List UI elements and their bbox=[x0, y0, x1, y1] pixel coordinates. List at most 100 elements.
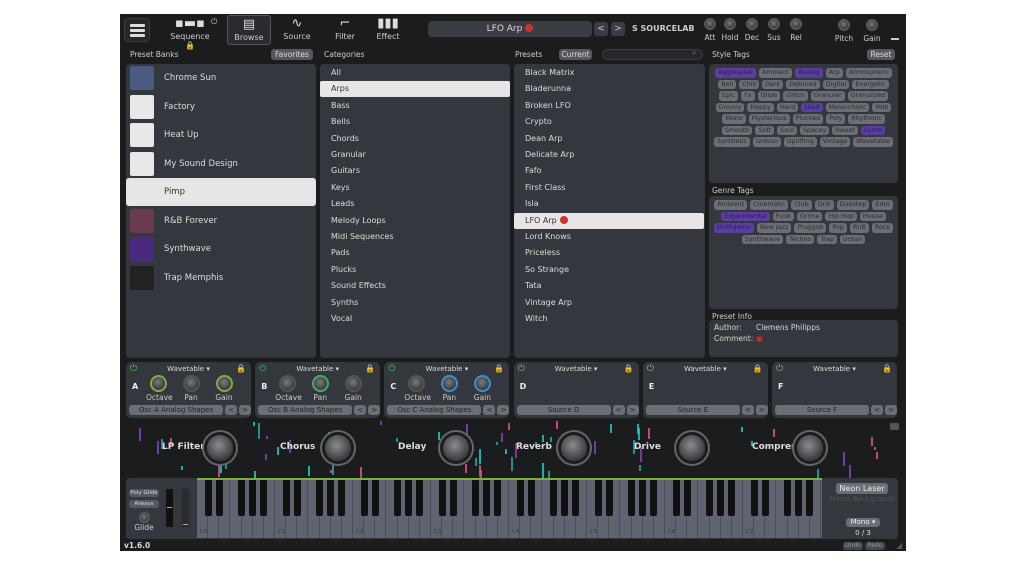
osc-next-button[interactable]: > bbox=[368, 405, 381, 415]
glide-knob[interactable] bbox=[139, 512, 150, 523]
osc-knob[interactable] bbox=[279, 375, 297, 392]
black-key[interactable] bbox=[750, 478, 758, 516]
osc-prev-button[interactable]: < bbox=[741, 405, 754, 415]
tag-chip[interactable]: Mysterious bbox=[748, 114, 790, 124]
tag-chip[interactable]: Arp bbox=[825, 68, 843, 78]
tag-chip[interactable]: Smooth bbox=[721, 125, 753, 135]
bank-item[interactable]: Synthwave bbox=[126, 235, 316, 263]
prev-preset-button[interactable]: < bbox=[594, 22, 608, 36]
black-key[interactable] bbox=[316, 478, 324, 516]
tag-chip[interactable]: Poly bbox=[826, 114, 846, 124]
tag-chip[interactable]: Multigenre bbox=[713, 223, 754, 233]
tag-chip[interactable]: Lead bbox=[801, 102, 823, 112]
black-key[interactable] bbox=[594, 478, 602, 516]
tag-chip[interactable]: Groovy bbox=[715, 102, 745, 112]
tag-chip[interactable]: Atmospheric bbox=[845, 68, 893, 78]
nav-effect[interactable]: ▮▮▮ Effect bbox=[366, 15, 410, 45]
bank-item[interactable]: Trap Memphis bbox=[126, 264, 316, 292]
tag-chip[interactable]: Plucked bbox=[792, 114, 824, 124]
black-key[interactable] bbox=[806, 478, 814, 516]
osc-knob[interactable] bbox=[216, 375, 233, 392]
tag-chip[interactable]: Drill bbox=[814, 200, 834, 210]
tag-chip[interactable]: Energetic bbox=[852, 79, 889, 89]
category-item[interactable]: Synths bbox=[320, 295, 510, 311]
nav-filter[interactable]: ⌐ Filter bbox=[323, 15, 367, 45]
preset-search-input[interactable] bbox=[602, 49, 703, 60]
osc-source-button[interactable]: Osc C Analog Shapes bbox=[387, 405, 482, 415]
lock-icon[interactable]: 🔒 bbox=[882, 364, 892, 373]
preset-item[interactable]: Black Matrix bbox=[514, 65, 704, 81]
pitch-wheel[interactable] bbox=[166, 489, 173, 527]
tag-chip[interactable]: Granular bbox=[810, 91, 845, 101]
tag-chip[interactable]: Synthwave bbox=[741, 234, 784, 244]
osc-source-button[interactable]: Source D bbox=[516, 405, 611, 415]
category-item[interactable]: Pads bbox=[320, 245, 510, 261]
tag-chip[interactable]: Pop bbox=[829, 223, 847, 233]
bank-item[interactable]: Heat Up bbox=[126, 121, 316, 149]
osc-knob[interactable] bbox=[150, 375, 167, 392]
wavetable-select[interactable]: Wavetable ▾ bbox=[384, 365, 509, 373]
black-key[interactable] bbox=[371, 478, 379, 516]
voice-mode-select[interactable]: Mono ▾ bbox=[846, 518, 880, 527]
mod-wheel[interactable] bbox=[182, 489, 189, 527]
lock-icon[interactable]: 🔒 bbox=[365, 364, 375, 373]
tag-chip[interactable]: Club bbox=[791, 200, 812, 210]
black-key[interactable] bbox=[449, 478, 457, 516]
black-key[interactable] bbox=[550, 478, 558, 516]
tag-chip[interactable]: Mono bbox=[722, 114, 746, 124]
current-button[interactable]: Current bbox=[559, 49, 592, 60]
black-key[interactable] bbox=[249, 478, 257, 516]
envelope-knob[interactable] bbox=[704, 18, 716, 30]
wavetable-select[interactable]: Wavetable ▾ bbox=[126, 365, 251, 373]
wavetable-select[interactable]: Wavetable ▾ bbox=[772, 365, 897, 373]
category-item[interactable]: Granular bbox=[320, 147, 510, 163]
redo-button[interactable]: Redo bbox=[865, 542, 885, 550]
tag-chip[interactable]: Uplifting bbox=[783, 137, 817, 147]
category-item[interactable]: Melody Loops bbox=[320, 213, 510, 229]
black-key[interactable] bbox=[639, 478, 647, 516]
category-item[interactable]: Plucks bbox=[320, 262, 510, 278]
macro-knob[interactable] bbox=[797, 435, 823, 461]
osc-next-button[interactable]: > bbox=[497, 405, 510, 415]
nav-sequence[interactable]: ▪▬▪ Sequence 🔒 bbox=[168, 15, 212, 50]
black-key[interactable] bbox=[472, 478, 480, 516]
preset-item[interactable]: Vintage Arp bbox=[514, 295, 704, 311]
tag-chip[interactable]: Unison bbox=[753, 137, 781, 147]
power-icon[interactable]: ⏻ bbox=[211, 17, 217, 27]
black-key[interactable] bbox=[405, 478, 413, 516]
preset-item[interactable]: So Strange bbox=[514, 262, 704, 278]
tag-chip[interactable]: Funk bbox=[772, 211, 794, 221]
tag-chip[interactable]: Grime bbox=[796, 211, 823, 221]
category-item[interactable]: Vocal bbox=[320, 311, 510, 327]
lock-icon[interactable]: 🔒 bbox=[624, 364, 634, 373]
black-key[interactable] bbox=[483, 478, 491, 516]
master-knob[interactable] bbox=[866, 19, 878, 31]
envelope-knob[interactable] bbox=[790, 18, 802, 30]
osc-knob[interactable] bbox=[312, 375, 330, 392]
tag-chip[interactable]: Soul bbox=[777, 125, 797, 135]
category-item[interactable]: Midi Sequences bbox=[320, 229, 510, 245]
bank-item[interactable]: R&B Forever bbox=[126, 207, 316, 235]
macro-knob[interactable] bbox=[561, 435, 587, 461]
tag-chip[interactable]: Fx bbox=[741, 91, 755, 101]
black-key[interactable] bbox=[394, 478, 402, 516]
preset-item[interactable]: Dean Arp bbox=[514, 131, 704, 147]
black-key[interactable] bbox=[572, 478, 580, 516]
black-key[interactable] bbox=[282, 478, 290, 516]
wavetable-select[interactable]: Wavetable ▾ bbox=[255, 365, 380, 373]
category-item[interactable]: Leads bbox=[320, 196, 510, 212]
tag-chip[interactable]: New Jazz bbox=[756, 223, 792, 233]
category-item[interactable]: Chords bbox=[320, 131, 510, 147]
bank-item[interactable]: Chrome Sun bbox=[126, 64, 316, 92]
black-key[interactable] bbox=[717, 478, 725, 516]
preset-item[interactable]: Isla bbox=[514, 196, 704, 212]
black-key[interactable] bbox=[204, 478, 212, 516]
black-key[interactable] bbox=[438, 478, 446, 516]
black-key[interactable] bbox=[683, 478, 691, 516]
osc-prev-button[interactable]: < bbox=[483, 405, 496, 415]
tag-chip[interactable]: Pluggnb bbox=[794, 223, 827, 233]
bank-item[interactable]: Pimp bbox=[126, 178, 316, 206]
preset-item[interactable]: Priceless bbox=[514, 245, 704, 261]
macro-background-button[interactable]: Neon Laser bbox=[836, 483, 888, 494]
macro-knob[interactable] bbox=[207, 435, 233, 461]
